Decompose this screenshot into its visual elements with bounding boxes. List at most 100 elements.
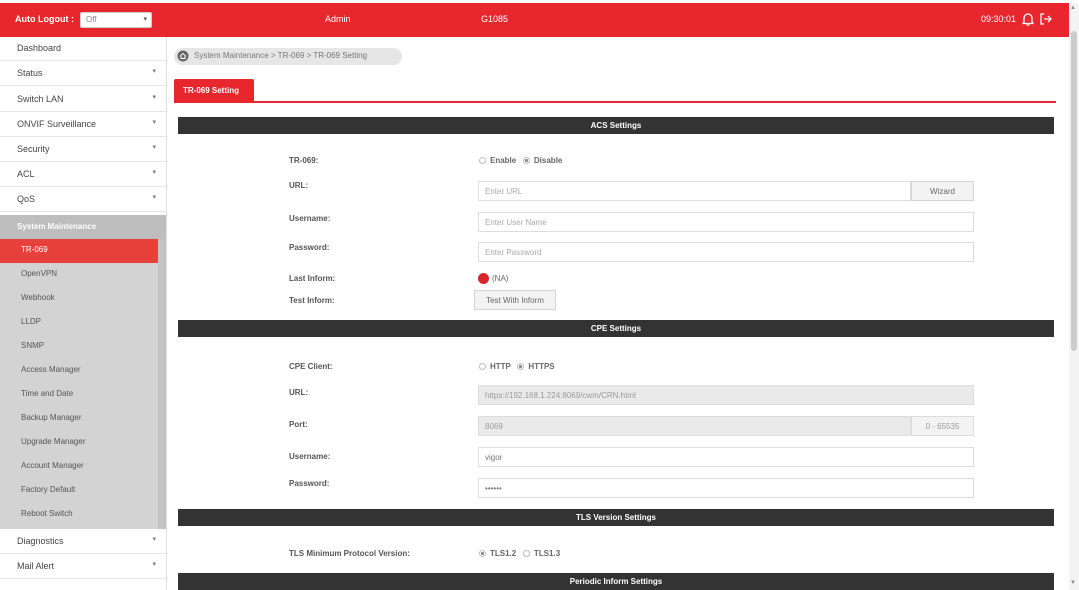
breadcrumb-text: System Maintenance > TR-069 > TR-069 Set… [194, 51, 368, 60]
sidebar-item-dashboard[interactable]: Dashboard [0, 37, 166, 61]
sidebar-item-diagnostics[interactable]: Diagnostics ▾ [0, 530, 166, 554]
sidebar-item-label: Dashboard [17, 43, 62, 53]
acs-username-label: Username: [289, 214, 331, 223]
sidebar-scrollbar[interactable] [158, 239, 166, 529]
tls-version-radio-group: TLS1.2 TLS1.3 [479, 549, 560, 558]
sidebar-item-backup-manager[interactable]: Backup Manager [0, 407, 158, 431]
sidebar-item-status[interactable]: Status ▾ [0, 62, 166, 86]
sidebar-item-webhook[interactable]: Webhook [0, 287, 158, 311]
acs-password-label: Password: [289, 243, 330, 252]
sidebar-item-label: QoS [17, 194, 36, 204]
cpe-port-label: Port: [289, 420, 308, 429]
cpe-http-radio[interactable] [479, 363, 486, 370]
test-with-inform-button[interactable]: Test With Inform [474, 290, 556, 310]
cpe-https-radio[interactable] [517, 363, 525, 370]
chevron-down-icon: ▾ [152, 68, 156, 75]
sidebar-item-mail-alert[interactable]: Mail Alert ▾ [0, 555, 166, 579]
sidebar-item-snmp[interactable]: SNMP [0, 335, 158, 359]
scrollbar-thumb[interactable] [1071, 31, 1077, 351]
sidebar: Dashboard Status ▾ Switch LAN ▾ ONVIF Surv… [0, 37, 167, 590]
logout-icon[interactable] [1038, 11, 1054, 27]
tr069-enable-label: Enable [490, 156, 517, 165]
page-scrollbar[interactable]: ▲ ▼ [1069, 3, 1079, 590]
chevron-down-icon: ▾ [152, 194, 156, 201]
cpe-username-label: Username: [289, 452, 331, 461]
sidebar-item-label: ONVIF Surveillance [17, 119, 97, 129]
status-dot-icon [478, 273, 489, 284]
acs-url-input[interactable]: Enter URL [478, 181, 911, 201]
chevron-down-icon: ▾ [152, 144, 156, 151]
chevron-down-icon: ▾ [152, 94, 156, 101]
sidebar-item-factory-default[interactable]: Factory Default [0, 479, 158, 503]
cpe-username-input[interactable]: vigor [478, 447, 974, 467]
sidebar-item-switch-lan[interactable]: Switch LAN ▾ [0, 88, 166, 112]
tls12-label: TLS1.2 [490, 549, 517, 558]
cpe-settings-header: CPE Settings [178, 320, 1054, 337]
home-icon[interactable] [177, 50, 189, 62]
cpe-password-input[interactable]: •••••• [478, 478, 974, 498]
acs-url-label: URL: [289, 181, 309, 190]
tr069-radio-group: Enable Disable [479, 156, 562, 165]
acs-password-input[interactable]: Enter Password [478, 242, 974, 262]
sidebar-item-tr069[interactable]: TR-069 [0, 239, 158, 263]
last-inform-value: (NA) [492, 274, 509, 283]
cpe-http-label: HTTP [490, 362, 511, 371]
sidebar-item-time-and-date[interactable]: Time and Date [0, 383, 158, 407]
sidebar-item-label: Diagnostics [17, 536, 64, 546]
last-inform-label: Last Inform: [289, 274, 336, 283]
system-clock: 09:30:01 [981, 14, 1017, 24]
chevron-down-icon: ▾ [143, 16, 147, 23]
sidebar-item-label: Switch LAN [17, 94, 64, 104]
sidebar-item-label: Status [17, 68, 43, 78]
sidebar-item-reboot-switch[interactable]: Reboot Switch [0, 503, 158, 527]
sidebar-item-qos[interactable]: QoS ▾ [0, 188, 166, 212]
sidebar-item-label: Security [17, 144, 50, 154]
tr069-disable-radio[interactable] [522, 157, 530, 164]
tls-settings-header: TLS Version Settings [178, 509, 1054, 526]
bell-icon[interactable] [1020, 11, 1036, 27]
cpe-url-label: URL: [289, 388, 309, 397]
sidebar-item-label: ACL [17, 169, 35, 179]
wizard-button[interactable]: Wizard [911, 181, 974, 201]
cpe-password-label: Password: [289, 479, 330, 488]
tab-tr069-setting[interactable]: TR-069 Setting [174, 79, 254, 102]
tr069-label: TR-069: [289, 156, 319, 165]
chevron-down-icon: ▾ [152, 561, 156, 568]
acs-settings-header: ACS Settings [178, 117, 1054, 134]
sidebar-item-onvif[interactable]: ONVIF Surveillance ▾ [0, 113, 166, 137]
breadcrumb: System Maintenance > TR-069 > TR-069 Set… [174, 48, 402, 65]
tls12-radio[interactable] [479, 550, 486, 557]
cpe-client-radio-group: HTTP HTTPS [479, 362, 555, 371]
chevron-down-icon: ▾ [152, 536, 156, 543]
scroll-down-icon[interactable]: ▼ [1070, 580, 1076, 586]
auto-logout-select[interactable]: Off ▾ [80, 12, 152, 28]
sidebar-item-upgrade-manager[interactable]: Upgrade Manager [0, 431, 158, 455]
current-user: Admin [325, 14, 351, 24]
sidebar-group-system-maintenance[interactable]: System Maintenance [0, 215, 166, 239]
acs-username-input[interactable]: Enter User Name [478, 212, 974, 232]
top-bar: Auto Logout : Off ▾ Admin G1085 09:30:01 [0, 3, 1069, 37]
chevron-down-icon: ▾ [152, 119, 156, 126]
cpe-https-label: HTTPS [528, 362, 555, 371]
sidebar-item-openvpn[interactable]: OpenVPN [0, 263, 158, 287]
cpe-port-field: 8069 [478, 416, 911, 436]
sidebar-item-lldp[interactable]: LLDP [0, 311, 158, 335]
tls13-radio[interactable] [522, 550, 530, 557]
sidebar-item-account-manager[interactable]: Account Manager [0, 455, 158, 479]
tab-underline [174, 101, 1056, 103]
test-inform-label: Test Inform: [289, 296, 335, 305]
cpe-url-field: https://192.168.1.224:8069/cwm/CRN.html [478, 385, 974, 405]
tls13-label: TLS1.3 [533, 549, 561, 558]
sidebar-item-label: Mail Alert [17, 561, 55, 571]
auto-logout-value: Off [86, 15, 97, 24]
port-range-addon: 0 - 65535 [911, 416, 974, 436]
tr069-disable-label: Disable [533, 156, 563, 165]
scroll-up-icon[interactable]: ▲ [1070, 5, 1076, 11]
tr069-enable-radio[interactable] [479, 157, 486, 164]
sidebar-item-security[interactable]: Security ▾ [0, 138, 166, 162]
chevron-down-icon: ▾ [152, 169, 156, 176]
sidebar-item-access-manager[interactable]: Access Manager [0, 359, 158, 383]
cpe-client-label: CPE Client: [289, 362, 333, 371]
sidebar-item-acl[interactable]: ACL ▾ [0, 163, 166, 187]
sidebar-submenu: TR-069 OpenVPN Webhook LLDP SNMP Access … [0, 239, 166, 529]
